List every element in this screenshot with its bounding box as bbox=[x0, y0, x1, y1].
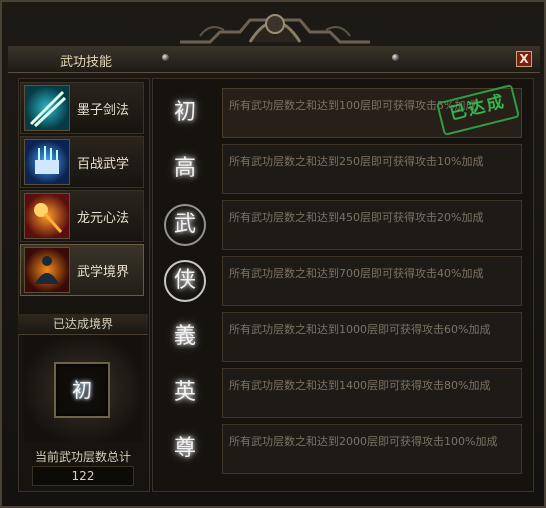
tier-badge: 尊 bbox=[158, 422, 216, 476]
skill-label: 百战武学 bbox=[77, 157, 130, 172]
title-bar[interactable]: 武功技能 bbox=[8, 46, 540, 73]
skill-item-longyuan[interactable]: 龙元心法 bbox=[20, 190, 144, 242]
tier-badge: 初 bbox=[158, 86, 216, 140]
completed-stamp: 已达成 bbox=[436, 84, 520, 136]
tier-badge: 英 bbox=[158, 366, 216, 420]
tier-row: 侠 所有武功层数之和达到700层即可获得攻击40%加成 bbox=[158, 254, 526, 308]
current-realm-char: 初 bbox=[72, 378, 92, 402]
skill-label: 龙元心法 bbox=[77, 211, 130, 226]
dragon-flame-orb-icon bbox=[24, 193, 70, 239]
skill-label: 墨子剑法 bbox=[77, 103, 130, 118]
tier-char: 侠 bbox=[173, 268, 196, 293]
tier-row: 義 所有武功层数之和达到1000层即可获得攻击60%加成 bbox=[158, 310, 526, 364]
skill-item-baizhan[interactable]: 百战武学 bbox=[20, 136, 144, 188]
tier-text: 所有武功层数之和达到2000层即可获得攻击100%加成 bbox=[229, 435, 498, 448]
skill-label: 武学境界 bbox=[77, 265, 130, 280]
skill-item-realm[interactable]: 武学境界 bbox=[20, 244, 144, 296]
tier-row: 武 所有武功层数之和达到450层即可获得攻击20%加成 bbox=[158, 198, 526, 252]
tier-description: 所有武功层数之和达到450层即可获得攻击20%加成 bbox=[222, 200, 522, 250]
tier-char: 義 bbox=[173, 324, 196, 349]
window-title: 武功技能 bbox=[60, 55, 113, 70]
tier-badge: 高 bbox=[158, 142, 216, 196]
realm-frame: 初 bbox=[54, 362, 110, 418]
tier-row: 高 所有武功层数之和达到250层即可获得攻击10%加成 bbox=[158, 142, 526, 196]
tier-description: 所有武功层数之和达到1400层即可获得攻击80%加成 bbox=[222, 368, 522, 418]
ornate-crest-ornament bbox=[180, 14, 370, 44]
skill-item-mozi-sword[interactable]: 墨子剑法 bbox=[20, 82, 144, 134]
achieved-realm-box: 初 bbox=[24, 336, 142, 442]
tier-row: 尊 所有武功层数之和达到2000层即可获得攻击100%加成 bbox=[158, 422, 526, 476]
tier-description: 所有武功层数之和达到700层即可获得攻击40%加成 bbox=[222, 256, 522, 306]
tier-text: 所有武功层数之和达到1000层即可获得攻击60%加成 bbox=[229, 323, 491, 336]
total-layers-value: 122 bbox=[32, 466, 134, 486]
crossed-swords-icon bbox=[24, 85, 70, 131]
meditating-warrior-icon bbox=[24, 247, 70, 293]
tier-text: 所有武功层数之和达到450层即可获得攻击20%加成 bbox=[229, 211, 484, 224]
tier-row: 初 所有武功层数之和达到100层即可获得攻击5%加成 已达成 bbox=[158, 84, 526, 140]
tier-description: 所有武功层数之和达到1000层即可获得攻击60%加成 bbox=[222, 312, 522, 362]
tier-char: 尊 bbox=[173, 436, 196, 461]
tier-char: 初 bbox=[173, 100, 196, 125]
tier-badge: 侠 bbox=[158, 254, 216, 308]
close-button[interactable]: X bbox=[516, 51, 532, 67]
tier-char: 武 bbox=[173, 212, 196, 237]
tier-badge: 義 bbox=[158, 310, 216, 364]
tier-text: 所有武功层数之和达到1400层即可获得攻击80%加成 bbox=[229, 379, 491, 392]
rivet-icon bbox=[392, 54, 399, 61]
martial-skills-window: 武功技能 X 墨子剑法 百战武学 龙元心法 武学境界 已达成境界 初 当前武功层… bbox=[0, 0, 546, 508]
tier-char: 英 bbox=[173, 380, 196, 405]
scroll-book-icon bbox=[24, 139, 70, 185]
achieved-realm-header: 已达成境界 bbox=[18, 314, 148, 335]
tier-row: 英 所有武功层数之和达到1400层即可获得攻击80%加成 bbox=[158, 366, 526, 420]
tier-badge: 武 bbox=[158, 198, 216, 252]
tier-description: 所有武功层数之和达到100层即可获得攻击5%加成 已达成 bbox=[222, 84, 522, 138]
tier-text: 所有武功层数之和达到250层即可获得攻击10%加成 bbox=[229, 155, 484, 168]
tier-description: 所有武功层数之和达到250层即可获得攻击10%加成 bbox=[222, 144, 522, 194]
tier-description: 所有武功层数之和达到2000层即可获得攻击100%加成 bbox=[222, 424, 522, 474]
tier-char: 高 bbox=[173, 156, 196, 181]
rivet-icon bbox=[162, 54, 169, 61]
total-layers-label: 当前武功层数总计 bbox=[34, 450, 131, 464]
tier-text: 所有武功层数之和达到700层即可获得攻击40%加成 bbox=[229, 267, 484, 280]
